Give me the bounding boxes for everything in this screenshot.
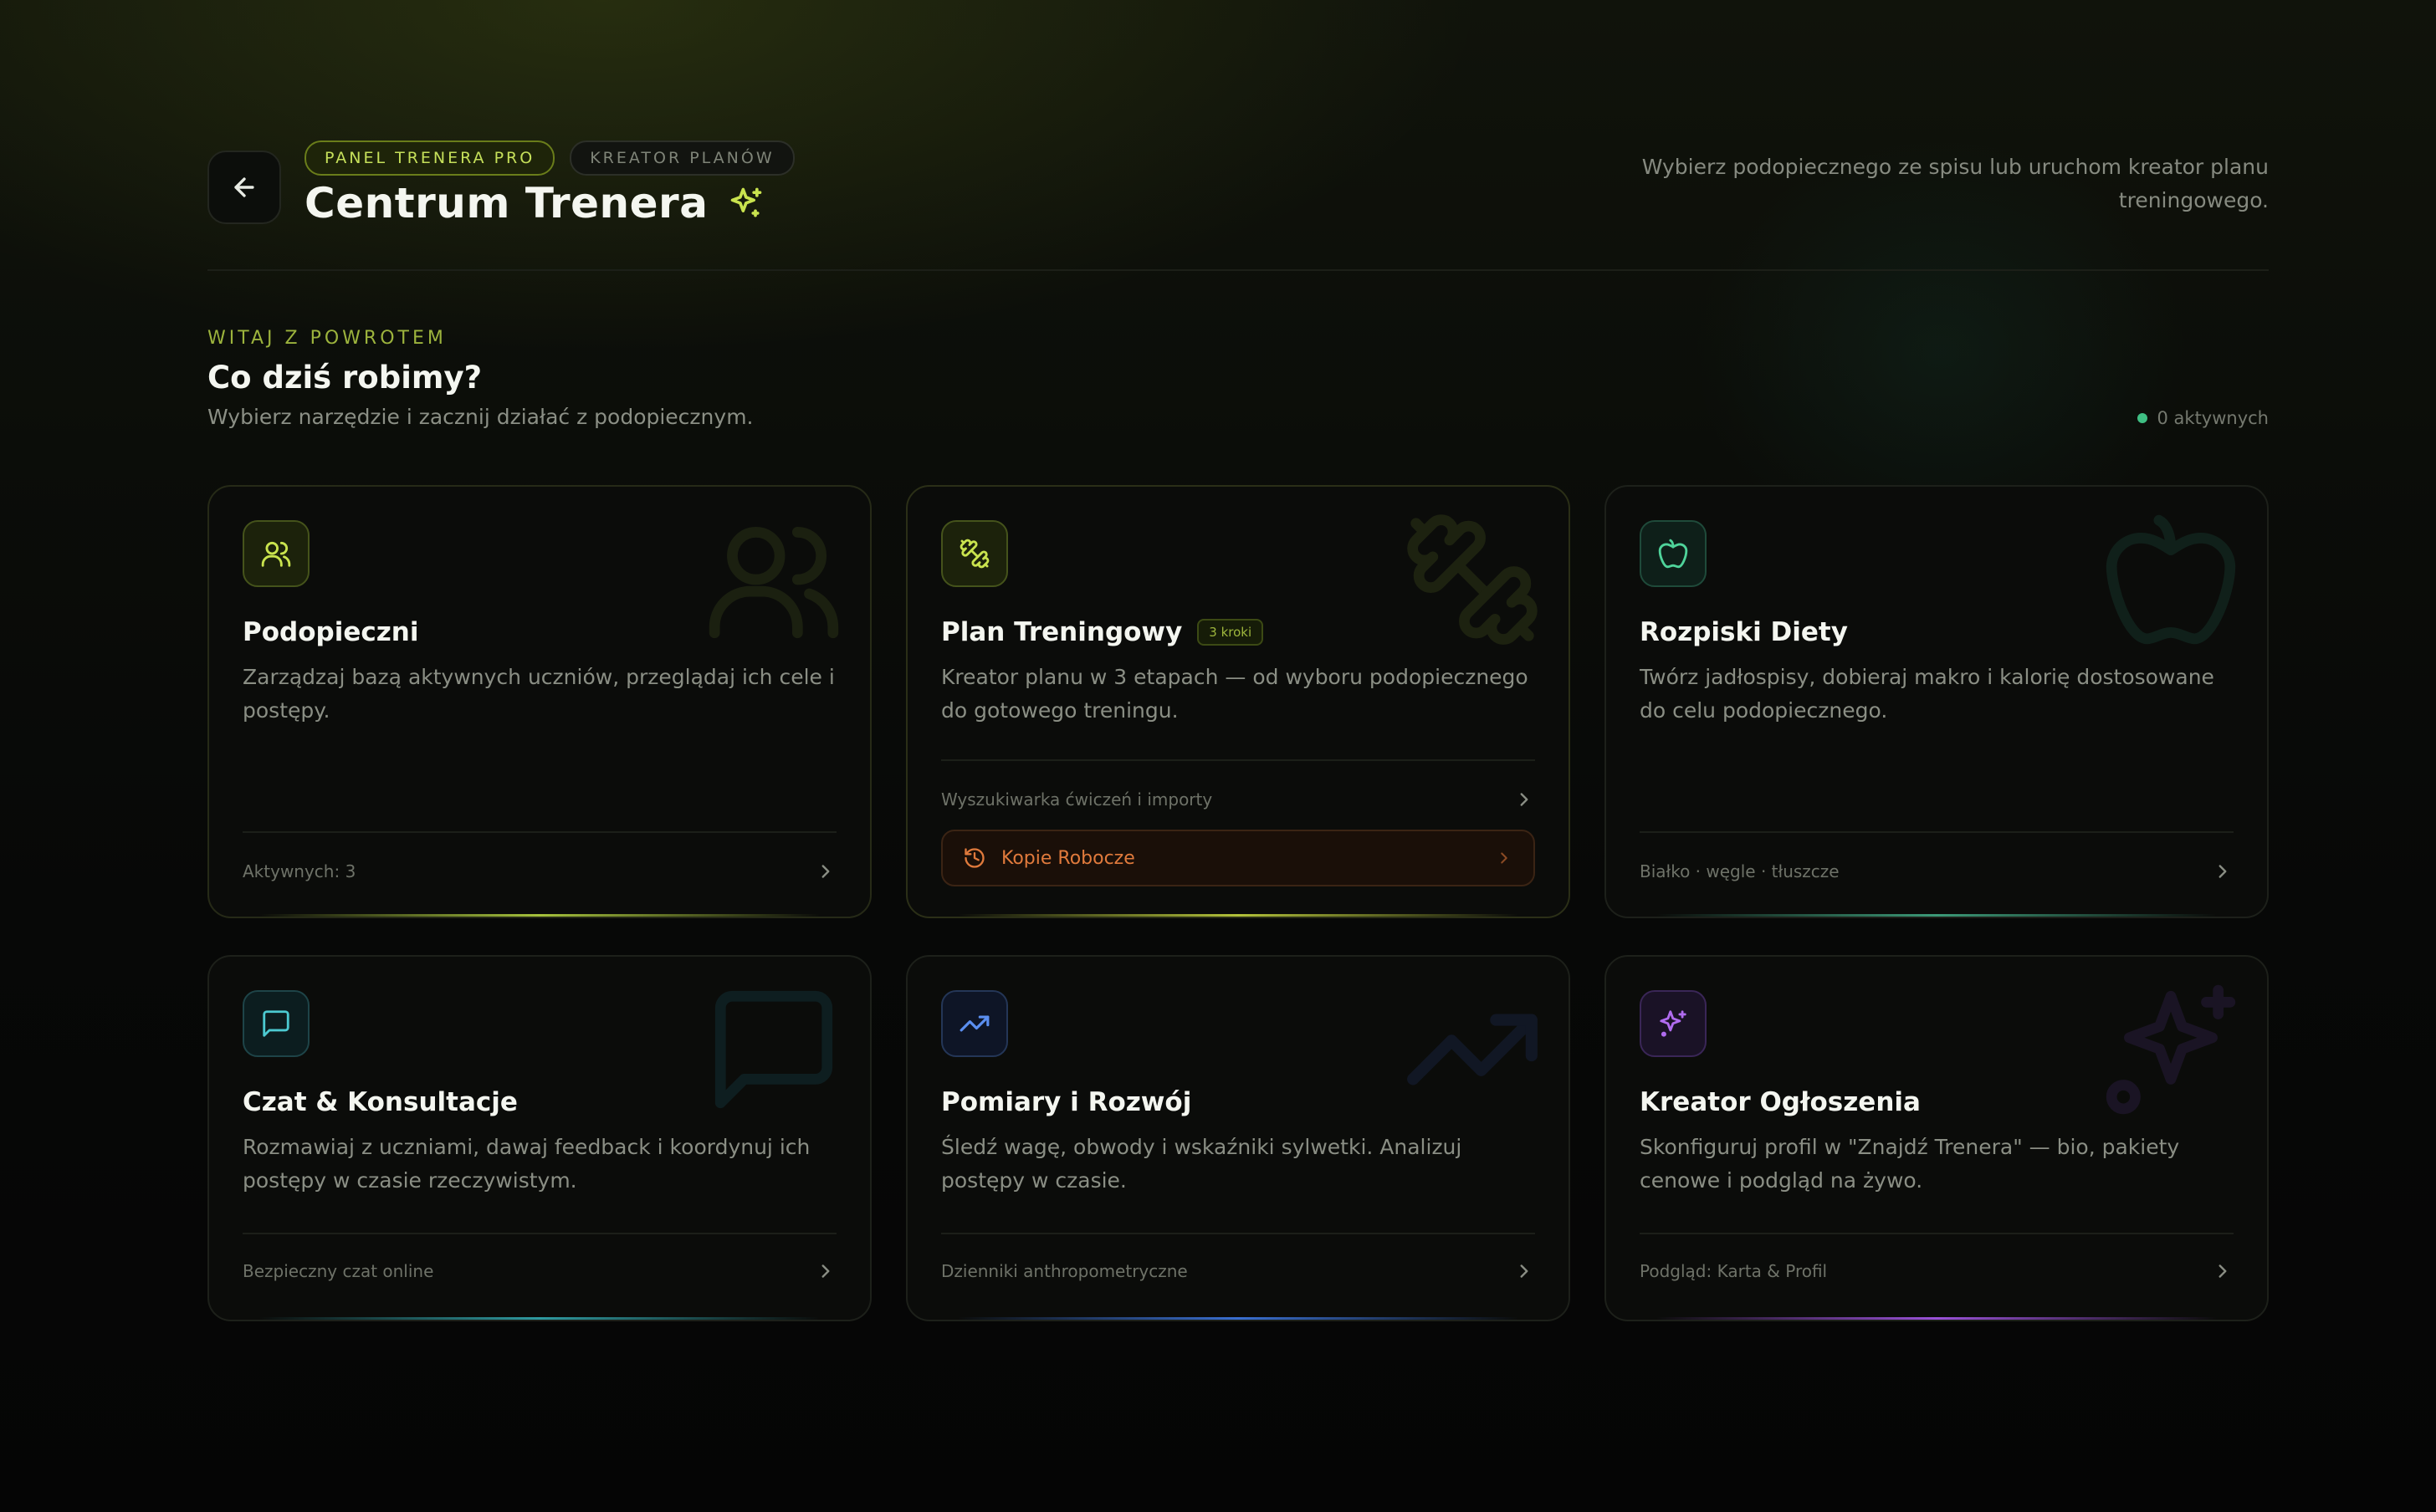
chevron-right-icon [2218, 865, 2227, 878]
apple-watermark-icon [2106, 514, 2236, 645]
card-divider [243, 1233, 837, 1234]
card-footer-text: Bezpieczny czat online [243, 1261, 434, 1281]
history-icon [965, 848, 985, 868]
card-accent-line [259, 1317, 820, 1320]
card-divider [243, 831, 837, 833]
apple-icon [1658, 539, 1688, 569]
card-footer-text: Podgląd: Karta & Profil [1640, 1261, 1828, 1281]
card-divider [1640, 1233, 2234, 1234]
exercise-search-link[interactable]: Wyszukiwarka ćwiczeń i importy [941, 783, 1535, 816]
card-accent-line [958, 1317, 1518, 1320]
card-clients[interactable]: Podopieczni Zarządzaj bazą aktywnych ucz… [207, 485, 872, 918]
card-description: Śledź wagę, obwody i wskaźniki sylwetki.… [941, 1135, 1462, 1193]
welcome-subtitle: Wybierz narzędzie i zacznij działać z po… [207, 405, 754, 429]
steps-badge: 3 kroki [1197, 619, 1264, 646]
drafts-button[interactable]: Kopie Robocze [941, 830, 1535, 886]
card-accent-line [259, 914, 820, 917]
users-icon [261, 541, 291, 567]
drafts-label: Kopie Robocze [1001, 847, 1135, 869]
plan-creator-badge: KREATOR PLANÓW [570, 140, 795, 176]
card-title: Podopieczni [243, 617, 419, 647]
chevron-right-icon [821, 1264, 830, 1278]
page-title: Centrum Trenera [304, 179, 709, 227]
chevron-right-icon [1520, 1264, 1528, 1278]
status-dot [2137, 413, 2147, 423]
card-description: Twórz jadłospisy, dobieraj makro i kalor… [1640, 665, 2214, 723]
sparkles-watermark-icon [2106, 984, 2236, 1115]
chevron-right-icon [821, 865, 830, 878]
card-description: Skonfiguruj profil w "Znajdź Trenera" — … [1640, 1135, 2180, 1193]
welcome-kicker: WITAJ Z POWROTEM [207, 328, 447, 349]
welcome-title: Co dziś robimy? [207, 360, 483, 396]
card-icon-box [941, 520, 1008, 587]
card-accent-line [1656, 914, 2217, 917]
card-icon-box [941, 990, 1008, 1057]
card-accent-line [958, 914, 1518, 917]
chat-icon [263, 1010, 289, 1037]
card-title: Czat & Konsultacje [243, 1087, 518, 1117]
card-title: Plan Treningowy 3 kroki [941, 617, 1264, 647]
users-watermark-icon [709, 526, 839, 639]
header-badges: PANEL TRENERA PRO KREATOR PLANÓW [304, 140, 795, 176]
dumbbell-watermark-icon [1407, 514, 1538, 645]
card-diet-plans[interactable]: Rozpiski Diety Twórz jadłospisy, dobiera… [1604, 485, 2269, 918]
card-footer: Bezpieczny czat online [243, 1254, 837, 1288]
card-listing-creator[interactable]: Kreator Ogłoszenia Skonfiguruj profil w … [1604, 955, 2269, 1321]
pro-panel-badge: PANEL TRENERA PRO [304, 140, 555, 176]
card-footer-text: Wyszukiwarka ćwiczeń i importy [941, 789, 1213, 810]
header-description: Wybierz podopiecznego ze spisu lub uruch… [1641, 155, 2269, 212]
card-title: Kreator Ogłoszenia [1640, 1087, 1921, 1117]
card-accent-line [1656, 1317, 2217, 1320]
card-title: Pomiary i Rozwój [941, 1087, 1192, 1117]
card-footer: Aktywnych: 3 [243, 855, 837, 888]
header-divider [207, 269, 2269, 271]
title-row: Centrum Trenera [304, 179, 765, 227]
card-divider [941, 1233, 1535, 1234]
card-footer-text: Aktywnych: 3 [243, 861, 356, 881]
card-divider [941, 759, 1535, 761]
card-footer: Podgląd: Karta & Profil [1640, 1254, 2234, 1288]
back-button[interactable] [207, 151, 281, 224]
arrow-left-icon [234, 177, 254, 197]
card-footer-text: Białko · węgle · tłuszcze [1640, 861, 1840, 881]
card-training-plan[interactable]: Plan Treningowy 3 kroki Kreator planu w … [906, 485, 1570, 918]
card-title: Rozpiski Diety [1640, 617, 1848, 647]
card-icon-box [243, 520, 310, 587]
chevron-right-icon [1501, 852, 1507, 864]
card-footer: Dzienniki anthropometryczne [941, 1254, 1535, 1288]
card-footer-text: Dzienniki anthropometryczne [941, 1261, 1188, 1281]
card-divider [1640, 831, 2234, 833]
trending-up-watermark-icon [1407, 1014, 1538, 1085]
sparkles-icon [1660, 1010, 1686, 1037]
card-icon-box [243, 990, 310, 1057]
active-status: 0 aktywnych [2137, 408, 2270, 428]
sparkles-icon [731, 187, 762, 217]
card-description: Zarządzaj bazą aktywnych uczniów, przegl… [243, 665, 835, 723]
card-measurements[interactable]: Pomiary i Rozwój Śledź wagę, obwody i ws… [906, 955, 1570, 1321]
chat-watermark-icon [714, 990, 833, 1109]
card-description: Kreator planu w 3 etapach — od wyboru po… [941, 665, 1528, 723]
card-icon-box [1640, 520, 1707, 587]
dumbbell-icon [960, 539, 990, 569]
chevron-right-icon [2218, 1264, 2227, 1278]
card-chat[interactable]: Czat & Konsultacje Rozmawiaj z uczniami,… [207, 955, 872, 1321]
chevron-right-icon [1520, 793, 1528, 806]
card-icon-box [1640, 990, 1707, 1057]
trending-up-icon [960, 1015, 990, 1032]
active-count: 0 aktywnych [2157, 408, 2270, 428]
card-footer: Białko · węgle · tłuszcze [1640, 855, 2234, 888]
card-description: Rozmawiaj z uczniami, dawaj feedback i k… [243, 1135, 811, 1193]
